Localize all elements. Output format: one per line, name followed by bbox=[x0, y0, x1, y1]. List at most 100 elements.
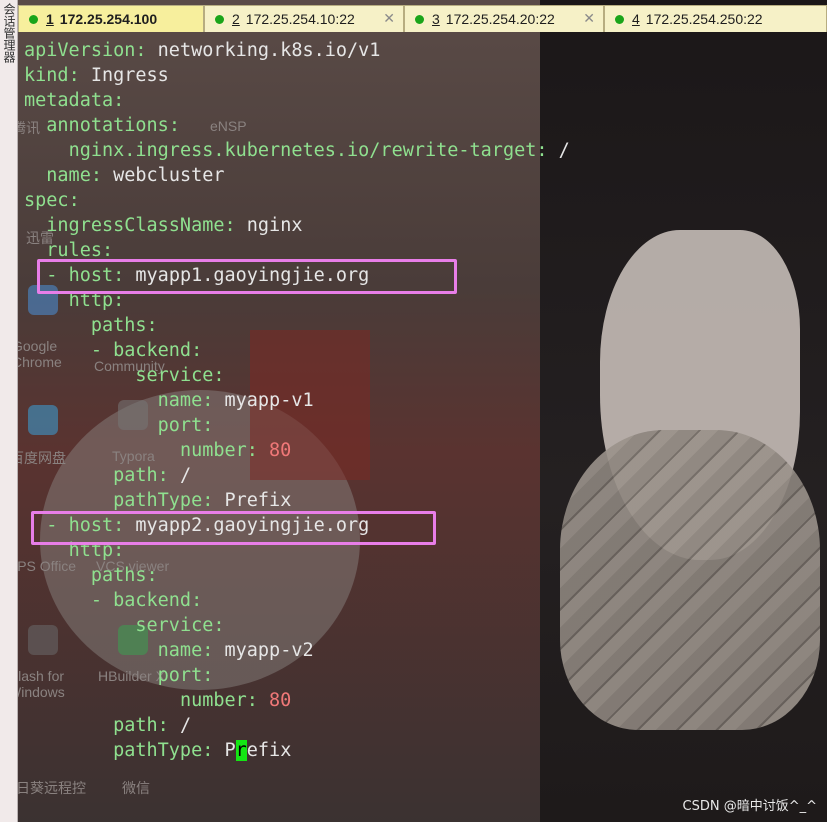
yaml-indent bbox=[24, 240, 46, 261]
tab-session-3[interactable]: 3 172.25.254.20:22 ✕ bbox=[404, 5, 604, 32]
csdn-watermark: CSDN @暗中讨饭^_^ bbox=[682, 799, 817, 814]
yaml-separator: : bbox=[135, 40, 158, 61]
close-icon[interactable]: ✕ bbox=[583, 10, 595, 27]
terminal-output[interactable]: apiVersion: networking.k8s.io/v1 kind: In… bbox=[24, 38, 570, 763]
yaml-key: spec bbox=[24, 190, 69, 211]
yaml-key: number bbox=[179, 440, 247, 461]
yaml-line: ingressClassName: nginx bbox=[24, 213, 570, 238]
yaml-key: number bbox=[179, 690, 247, 711]
yaml-key: name bbox=[157, 640, 203, 661]
tab-session-1[interactable]: 1 172.25.254.100 bbox=[18, 5, 204, 32]
yaml-line: pathType: Prefix bbox=[24, 738, 570, 763]
session-manager-sidebar[interactable]: 会话管理器 bbox=[0, 0, 18, 822]
tab-session-4[interactable]: 4 172.25.254.250:22 bbox=[604, 5, 827, 32]
yaml-indent bbox=[24, 390, 158, 411]
yaml-line: kind: Ingress bbox=[24, 63, 570, 88]
yaml-line: paths: bbox=[24, 313, 570, 338]
yaml-value: Ingress bbox=[90, 65, 169, 86]
yaml-separator: : bbox=[68, 190, 80, 211]
desktop-icon-label: 微信 bbox=[122, 780, 150, 796]
yaml-line: path: / bbox=[24, 463, 570, 488]
yaml-line: nginx.ingress.kubernetes.io/rewrite-targ… bbox=[24, 138, 570, 163]
yaml-line: service: bbox=[24, 613, 570, 638]
tab-host: 172.25.254.250:22 bbox=[645, 11, 763, 27]
yaml-key: path bbox=[113, 465, 158, 486]
yaml-indent bbox=[24, 140, 69, 161]
yaml-indent bbox=[24, 690, 180, 711]
yaml-separator: : bbox=[213, 615, 225, 636]
close-icon[interactable]: ✕ bbox=[383, 10, 395, 27]
yaml-value: myapp-v2 bbox=[224, 640, 314, 661]
yaml-separator: : bbox=[202, 665, 214, 686]
yaml-line: number: 80 bbox=[24, 438, 570, 463]
yaml-indent bbox=[24, 415, 158, 436]
yaml-indent bbox=[24, 740, 113, 761]
connected-status-icon bbox=[29, 14, 38, 24]
text-cursor: r bbox=[235, 740, 247, 761]
highlight-box-host1 bbox=[37, 259, 457, 294]
yaml-line: number: 80 bbox=[24, 688, 570, 713]
yaml-line: port: bbox=[24, 413, 570, 438]
yaml-key: port bbox=[157, 415, 203, 436]
yaml-value: myapp-v1 bbox=[224, 390, 314, 411]
yaml-separator: : bbox=[191, 590, 203, 611]
tab-host: 172.25.254.100 bbox=[59, 11, 158, 27]
highlight-box-host2 bbox=[31, 511, 436, 545]
yaml-line: service: bbox=[24, 363, 570, 388]
yaml-value: nginx bbox=[246, 215, 303, 236]
yaml-key: backend bbox=[113, 590, 192, 611]
tab-number: 3 bbox=[432, 11, 440, 27]
yaml-indent bbox=[24, 365, 135, 386]
yaml-value: / bbox=[558, 140, 570, 161]
yaml-line: apiVersion: networking.k8s.io/v1 bbox=[24, 38, 570, 63]
yaml-key: nginx.ingress.kubernetes.io/rewrite-targ… bbox=[68, 140, 537, 161]
yaml-line: - backend: bbox=[24, 588, 570, 613]
yaml-key: backend bbox=[113, 340, 192, 361]
yaml-key: paths bbox=[90, 565, 147, 586]
yaml-separator: : bbox=[191, 340, 203, 361]
yaml-key: service bbox=[135, 615, 214, 636]
yaml-separator: : bbox=[68, 65, 91, 86]
yaml-separator: : bbox=[168, 115, 180, 136]
yaml-line: - backend: bbox=[24, 338, 570, 363]
yaml-key: name bbox=[157, 390, 203, 411]
yaml-line: pathType: Prefix bbox=[24, 488, 570, 513]
yaml-indent: - bbox=[24, 340, 114, 361]
yaml-value: webcluster bbox=[113, 165, 225, 186]
yaml-key: metadata bbox=[24, 90, 114, 111]
yaml-separator: : bbox=[224, 215, 247, 236]
tab-number: 4 bbox=[632, 11, 640, 27]
yaml-indent bbox=[24, 465, 113, 486]
yaml-key: kind bbox=[24, 65, 69, 86]
yaml-separator: : bbox=[202, 640, 225, 661]
yaml-value: Prefix bbox=[224, 740, 292, 761]
yaml-indent bbox=[24, 115, 46, 136]
yaml-separator: : bbox=[202, 740, 225, 761]
connected-status-icon bbox=[415, 14, 424, 24]
yaml-separator: : bbox=[113, 90, 125, 111]
yaml-value: 80 bbox=[269, 440, 292, 461]
session-manager-label: 会话管理器 bbox=[2, 3, 16, 63]
yaml-indent bbox=[24, 565, 91, 586]
yaml-indent bbox=[24, 215, 46, 236]
yaml-value: Prefix bbox=[224, 490, 292, 511]
yaml-indent bbox=[24, 165, 46, 186]
yaml-separator: : bbox=[90, 165, 114, 186]
yaml-value: networking.k8s.io/v1 bbox=[157, 40, 381, 61]
yaml-line: metadata: bbox=[24, 88, 570, 113]
yaml-key: service bbox=[135, 365, 214, 386]
yaml-key: pathType bbox=[113, 740, 203, 761]
tab-host: 172.25.254.10:22 bbox=[245, 11, 355, 27]
yaml-key: ingressClassName bbox=[46, 215, 225, 236]
yaml-indent bbox=[24, 715, 113, 736]
tab-session-2[interactable]: 2 172.25.254.10:22 ✕ bbox=[204, 5, 404, 32]
yaml-separator: : bbox=[157, 465, 180, 486]
yaml-line: spec: bbox=[24, 188, 570, 213]
yaml-indent bbox=[24, 640, 158, 661]
session-tab-bar: 1 172.25.254.100 2 172.25.254.10:22 ✕ 3 … bbox=[18, 5, 827, 32]
yaml-key: paths bbox=[90, 315, 147, 336]
yaml-separator: : bbox=[146, 565, 158, 586]
yaml-line: name: webcluster bbox=[24, 163, 570, 188]
connected-status-icon bbox=[615, 14, 624, 24]
yaml-key: port bbox=[157, 665, 203, 686]
